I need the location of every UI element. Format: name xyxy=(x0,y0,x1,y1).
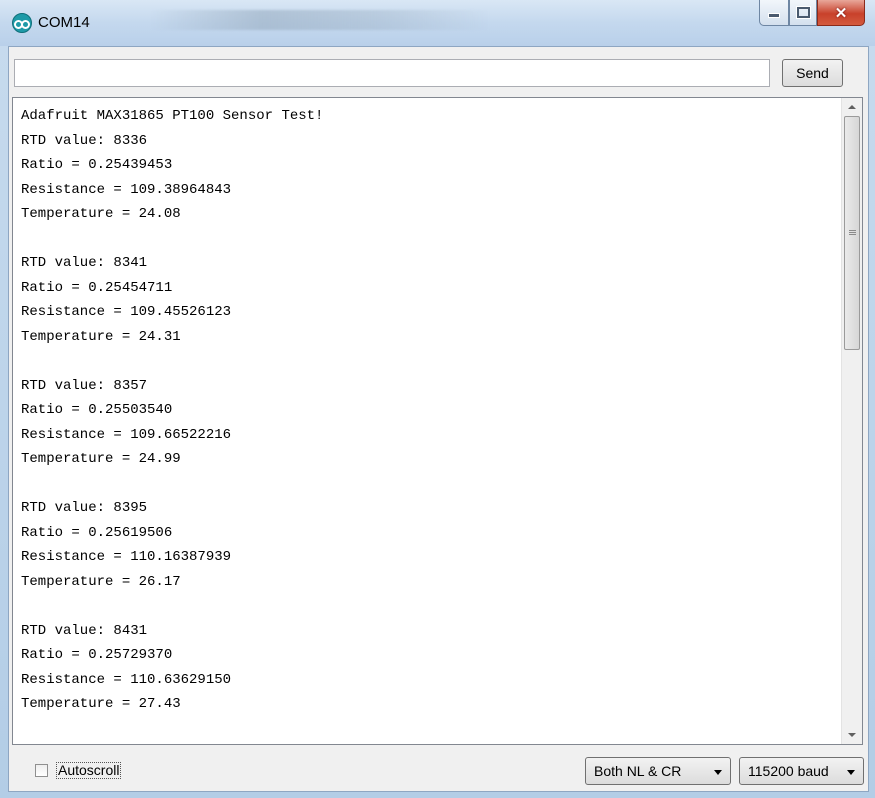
minimize-button[interactable] xyxy=(759,0,789,26)
serial-monitor-window: COM14 ✕ Send Adafruit MAX31865 PT100 Sen… xyxy=(0,0,875,798)
output-line: Resistance = 109.45526123 xyxy=(21,304,232,320)
output-line: RTD value: 8431 xyxy=(21,622,148,639)
close-icon: ✕ xyxy=(834,4,848,22)
window-title: COM14 xyxy=(38,14,90,31)
output-lines: Adafruit MAX31865 PT100 Sensor Test! RTD … xyxy=(21,104,836,740)
output-line: RTD value: 8395 xyxy=(21,500,148,516)
output-line: RTD value: 8336 xyxy=(21,132,148,149)
maximize-icon xyxy=(796,7,810,18)
output-line: Temperature = 26.17 xyxy=(21,573,181,590)
grip-icon xyxy=(849,229,856,236)
output-line: Resistance = 109.38964843 xyxy=(21,181,232,198)
output-line: Resistance = 110.16387939 xyxy=(21,549,232,565)
chevron-down-icon xyxy=(714,770,722,775)
send-input[interactable] xyxy=(14,59,770,87)
scroll-thumb[interactable] xyxy=(844,116,860,350)
chevron-down-icon xyxy=(847,770,855,775)
send-button[interactable]: Send xyxy=(782,59,843,87)
arduino-icon xyxy=(12,13,32,33)
minimize-icon xyxy=(768,13,780,18)
scroll-up-button[interactable] xyxy=(842,98,862,116)
output-line: RTD value: 8357 xyxy=(21,377,148,394)
autoscroll-label[interactable]: Autoscroll xyxy=(56,762,122,779)
output-line: Ratio = 0.25454711 xyxy=(21,279,173,296)
vertical-scrollbar[interactable] xyxy=(841,98,862,744)
output-line: Ratio = 0.25729370 xyxy=(21,647,173,663)
output-line: Adafruit MAX31865 PT100 Sensor Test! xyxy=(21,108,324,124)
window-controls: ✕ xyxy=(759,0,865,26)
line-ending-select[interactable]: Both NL & CR xyxy=(585,757,731,785)
blurred-background-text xyxy=(150,10,490,30)
baud-rate-select[interactable]: 115200 baud xyxy=(739,757,864,785)
client-area: Send Adafruit MAX31865 PT100 Sensor Test… xyxy=(8,46,869,792)
output-line: Ratio = 0.25619506 xyxy=(21,524,173,541)
arrow-down-icon xyxy=(848,733,856,737)
close-button[interactable]: ✕ xyxy=(817,0,865,26)
output-line: Temperature = 24.08 xyxy=(21,206,181,222)
output-line: Temperature = 24.99 xyxy=(21,451,181,467)
output-line: Resistance = 110.63629150 xyxy=(21,671,232,688)
maximize-button[interactable] xyxy=(789,0,817,26)
arrow-up-icon xyxy=(848,105,856,109)
output-line: Temperature = 24.31 xyxy=(21,328,181,345)
output-line: Ratio = 0.25503540 xyxy=(21,402,173,418)
output-line: Resistance = 109.66522216 xyxy=(21,426,232,443)
serial-output[interactable]: Adafruit MAX31865 PT100 Sensor Test! RTD … xyxy=(12,97,863,745)
output-line: Temperature = 27.43 xyxy=(21,696,181,712)
output-line: Ratio = 0.25439453 xyxy=(21,157,173,173)
output-line: RTD value: 8341 xyxy=(21,255,148,271)
scroll-down-button[interactable] xyxy=(842,726,862,744)
title-bar[interactable]: COM14 ✕ xyxy=(0,0,875,46)
autoscroll-checkbox[interactable] xyxy=(35,764,48,777)
bottom-bar: Autoscroll Both NL & CR 115200 baud xyxy=(9,747,868,791)
baud-rate-value: 115200 baud xyxy=(748,763,829,779)
line-ending-value: Both NL & CR xyxy=(594,763,682,779)
